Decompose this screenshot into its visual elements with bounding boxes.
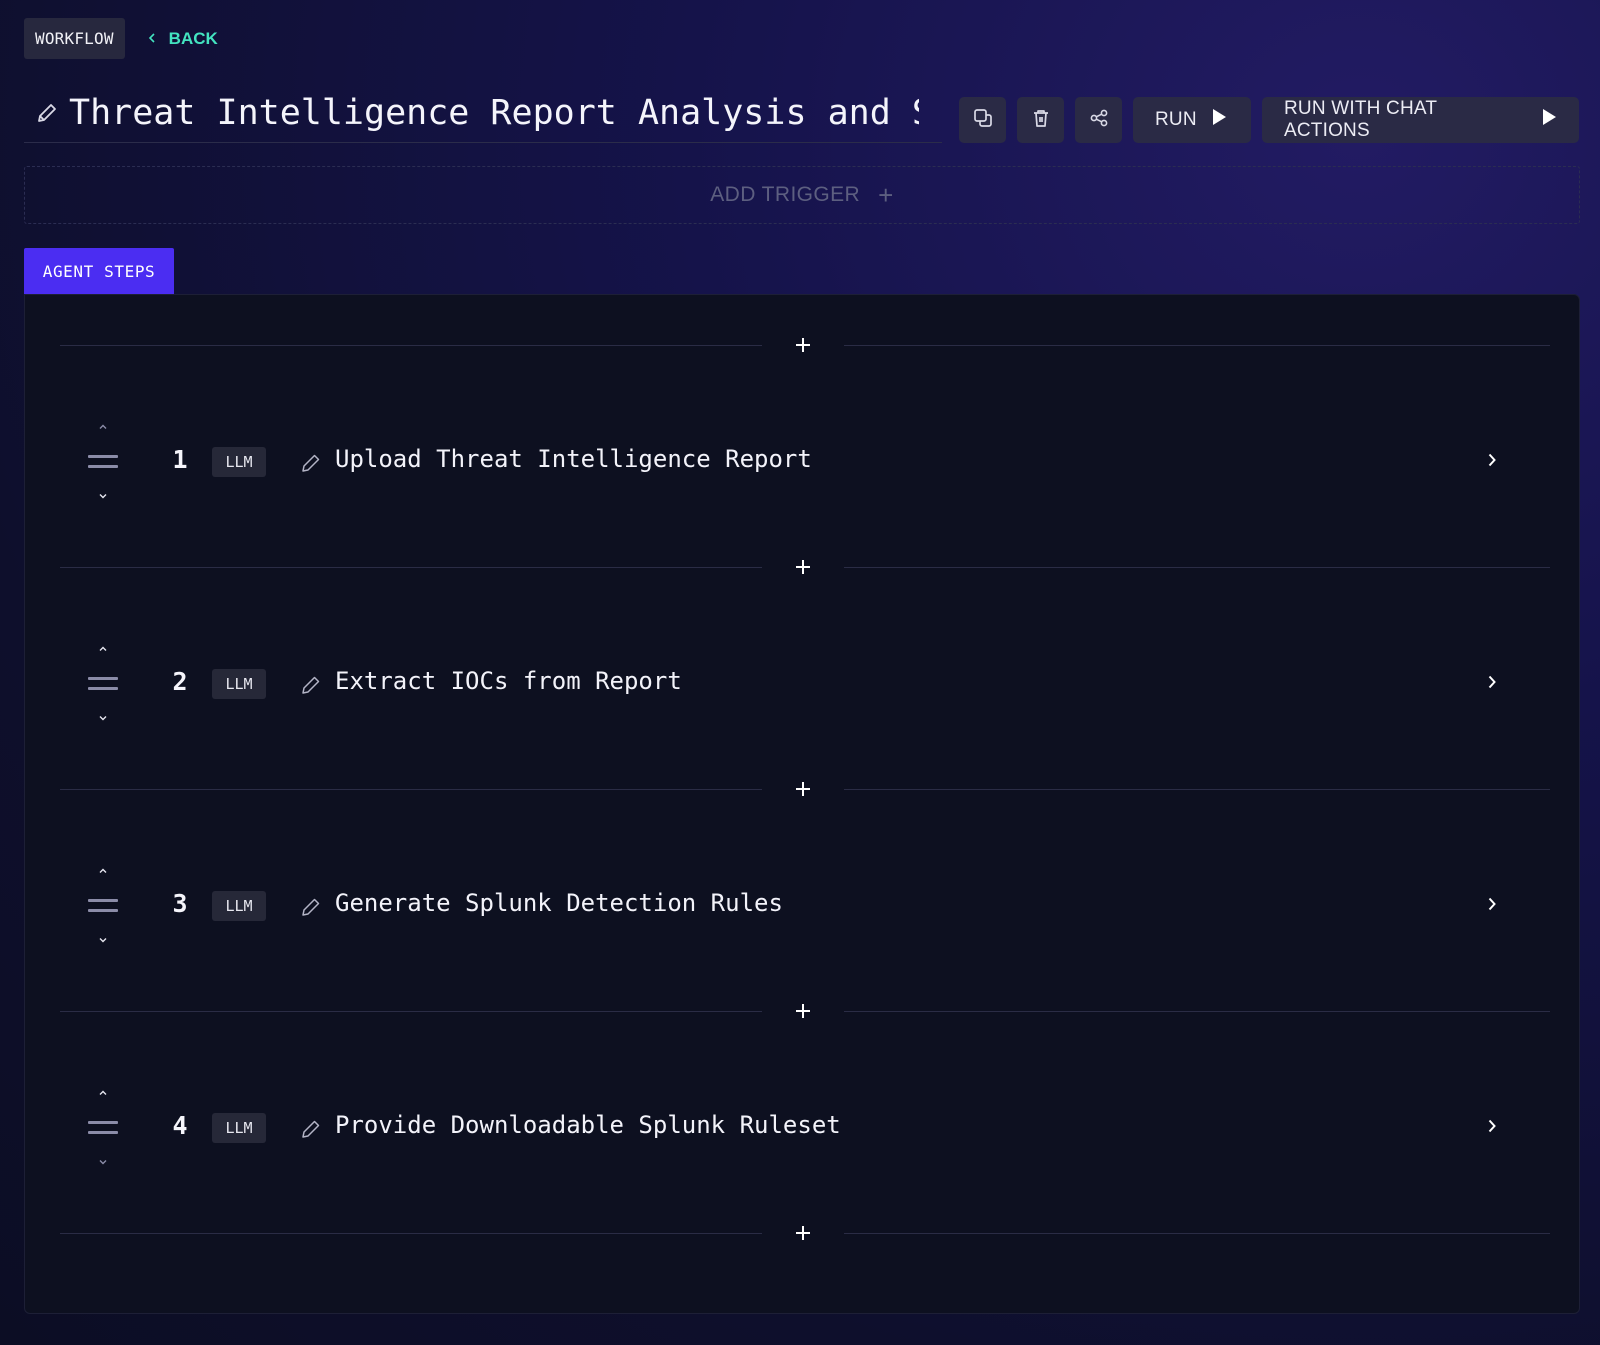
chevron-left-icon: [147, 31, 157, 47]
trash-icon: [1030, 107, 1052, 134]
chevron-up-icon: [98, 861, 108, 879]
step-row: 2 LLM Extract IOCs from Report: [60, 629, 1550, 739]
action-toolbar: RUN RUN WITH CHAT ACTIONS: [959, 97, 1579, 143]
duplicate-button[interactable]: [959, 97, 1006, 143]
run-with-chat-actions-button[interactable]: RUN WITH CHAT ACTIONS: [1262, 97, 1579, 143]
pencil-icon: [35, 101, 59, 125]
step-reorder-controls: [86, 851, 120, 961]
insert-step-divider: [60, 771, 1550, 811]
step-row: 4 LLM Provide Downloadable Splunk Rulese…: [60, 1073, 1550, 1183]
share-icon: [1088, 107, 1110, 134]
move-down-button[interactable]: [95, 1155, 111, 1169]
expand-step-button[interactable]: [1477, 669, 1507, 699]
title-row: Threat Intelligence Report Analysis and …: [24, 84, 1580, 144]
share-button[interactable]: [1075, 97, 1122, 143]
run-label: RUN: [1155, 109, 1197, 130]
move-up-button[interactable]: [95, 641, 111, 655]
pencil-icon[interactable]: [300, 1118, 322, 1140]
step-title[interactable]: Generate Splunk Detection Rules: [335, 889, 783, 917]
step-title[interactable]: Extract IOCs from Report: [335, 667, 682, 695]
run-button[interactable]: RUN: [1133, 97, 1251, 143]
add-step-button[interactable]: [783, 771, 823, 811]
step-number: 2: [172, 667, 188, 696]
delete-button[interactable]: [1017, 97, 1064, 143]
insert-step-divider: [60, 993, 1550, 1033]
step-reorder-controls: [86, 629, 120, 739]
add-step-button[interactable]: [783, 1215, 823, 1255]
expand-step-button[interactable]: [1477, 1113, 1507, 1143]
step-number: 4: [172, 1111, 188, 1140]
play-icon: [1541, 108, 1557, 132]
chevron-down-icon: [98, 487, 108, 505]
chevron-right-icon: [1487, 452, 1497, 473]
drag-handle-icon[interactable]: [88, 675, 118, 693]
step-type-badge: LLM: [212, 1113, 266, 1143]
plus-icon: [794, 1224, 812, 1247]
add-trigger-label: ADD TRIGGER: [710, 183, 861, 206]
drag-handle-icon[interactable]: [88, 897, 118, 915]
move-down-button[interactable]: [95, 711, 111, 725]
chevron-up-icon: [98, 417, 108, 435]
back-link[interactable]: BACK: [147, 29, 218, 49]
plus-icon: [794, 336, 812, 359]
pencil-icon[interactable]: [300, 452, 322, 474]
run-chat-label: RUN WITH CHAT ACTIONS: [1284, 98, 1437, 141]
pencil-icon[interactable]: [300, 674, 322, 696]
chevron-right-icon: [1487, 896, 1497, 917]
chevron-down-icon: [98, 931, 108, 949]
tab-agent-steps[interactable]: AGENT STEPS: [24, 248, 174, 294]
copy-icon: [972, 107, 994, 134]
insert-step-divider: [60, 327, 1550, 367]
move-up-button[interactable]: [95, 863, 111, 877]
step-row: 3 LLM Generate Splunk Detection Rules: [60, 851, 1550, 961]
add-step-button[interactable]: [783, 549, 823, 589]
step-number: 3: [172, 889, 188, 918]
plus-icon: [794, 558, 812, 581]
drag-handle-icon[interactable]: [88, 453, 118, 471]
move-down-button[interactable]: [95, 489, 111, 503]
step-reorder-controls: [86, 1073, 120, 1183]
move-down-button[interactable]: [95, 933, 111, 947]
plus-icon: [794, 1002, 812, 1025]
step-type-badge: LLM: [212, 891, 266, 921]
pencil-icon[interactable]: [300, 896, 322, 918]
chevron-right-icon: [1487, 674, 1497, 695]
chevron-up-icon: [98, 639, 108, 657]
drag-handle-icon[interactable]: [88, 1119, 118, 1137]
workflow-title[interactable]: Threat Intelligence Report Analysis and …: [69, 93, 919, 133]
back-label: BACK: [168, 28, 218, 48]
expand-step-button[interactable]: [1477, 891, 1507, 921]
workflow-title-field[interactable]: Threat Intelligence Report Analysis and …: [24, 84, 942, 143]
step-reorder-controls: [86, 407, 120, 517]
chevron-right-icon: [1487, 1118, 1497, 1139]
agent-steps-panel: 1 LLM Upload Threat Intelligence Report …: [24, 294, 1580, 1314]
chevron-down-icon: [98, 1153, 108, 1171]
plus-icon: +: [878, 179, 894, 210]
chevron-up-icon: [98, 1083, 108, 1101]
top-bar: WORKFLOW BACK: [24, 18, 218, 59]
move-up-button[interactable]: [95, 1085, 111, 1099]
add-trigger-button[interactable]: ADD TRIGGER +: [24, 166, 1580, 224]
step-number: 1: [172, 445, 188, 474]
move-up-button[interactable]: [95, 419, 111, 433]
step-row: 1 LLM Upload Threat Intelligence Report: [60, 407, 1550, 517]
step-type-badge: LLM: [212, 669, 266, 699]
workflow-badge: WORKFLOW: [24, 18, 125, 59]
step-title[interactable]: Upload Threat Intelligence Report: [335, 445, 812, 473]
play-icon: [1211, 108, 1227, 132]
plus-icon: [794, 780, 812, 803]
insert-step-divider: [60, 549, 1550, 589]
expand-step-button[interactable]: [1477, 447, 1507, 477]
add-step-button[interactable]: [783, 993, 823, 1033]
chevron-down-icon: [98, 709, 108, 727]
step-type-badge: LLM: [212, 447, 266, 477]
insert-step-divider: [60, 1215, 1550, 1255]
add-step-button[interactable]: [783, 327, 823, 367]
step-title[interactable]: Provide Downloadable Splunk Ruleset: [335, 1111, 841, 1139]
